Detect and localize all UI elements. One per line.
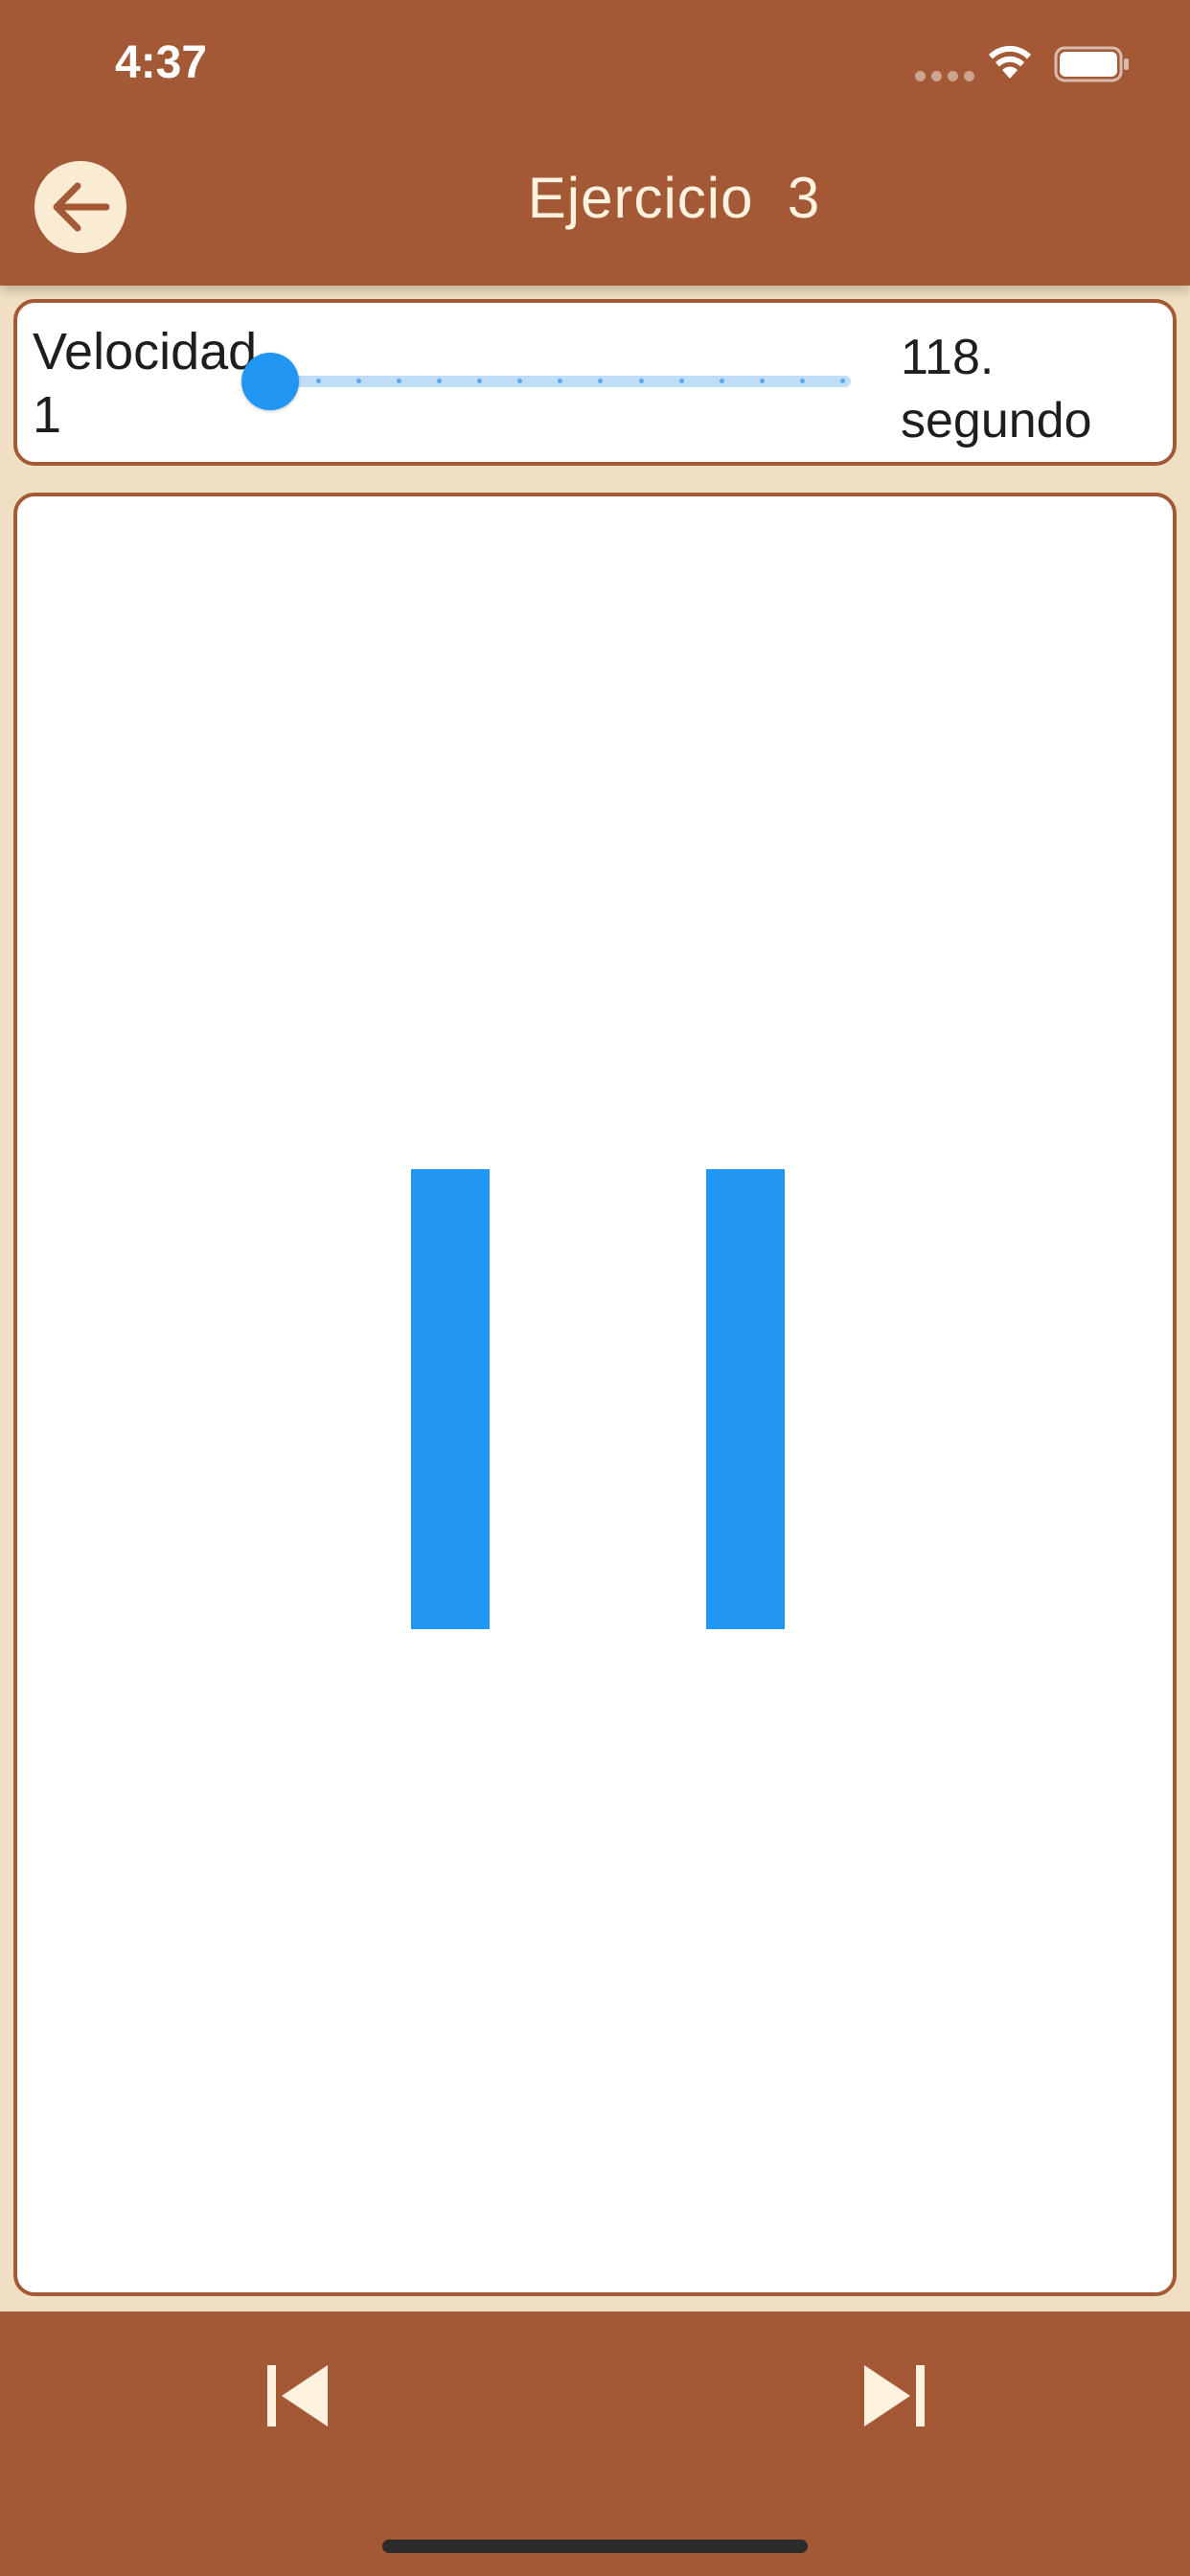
speed-label: Velocidad 1	[33, 323, 258, 444]
next-button[interactable]	[856, 2358, 932, 2434]
page-title: Ejercicio 3	[527, 166, 821, 230]
previous-button[interactable]	[260, 2358, 336, 2434]
exercise-area	[13, 493, 1177, 2296]
skip-next-icon	[864, 2365, 925, 2426]
app-bar: 4:37 Ejercicio 3	[0, 0, 1190, 286]
home-indicator	[382, 2540, 808, 2553]
exercise-bar-right	[706, 1169, 785, 1629]
exercise-bar-left	[411, 1169, 490, 1629]
cellular-signal-icon	[915, 71, 974, 81]
skip-previous-icon	[267, 2365, 328, 2426]
battery-icon	[1054, 46, 1129, 82]
slider-thumb[interactable]	[241, 353, 299, 410]
slider-tick-marks	[316, 379, 845, 384]
wifi-icon	[989, 45, 1031, 79]
speed-value: 118. segundo	[901, 330, 1092, 448]
speed-control-card: Velocidad 1 118. segundo	[13, 299, 1177, 466]
speed-slider[interactable]	[228, 353, 851, 410]
status-time: 4:37	[115, 37, 208, 88]
bottom-controls-bar	[0, 2312, 1190, 2576]
